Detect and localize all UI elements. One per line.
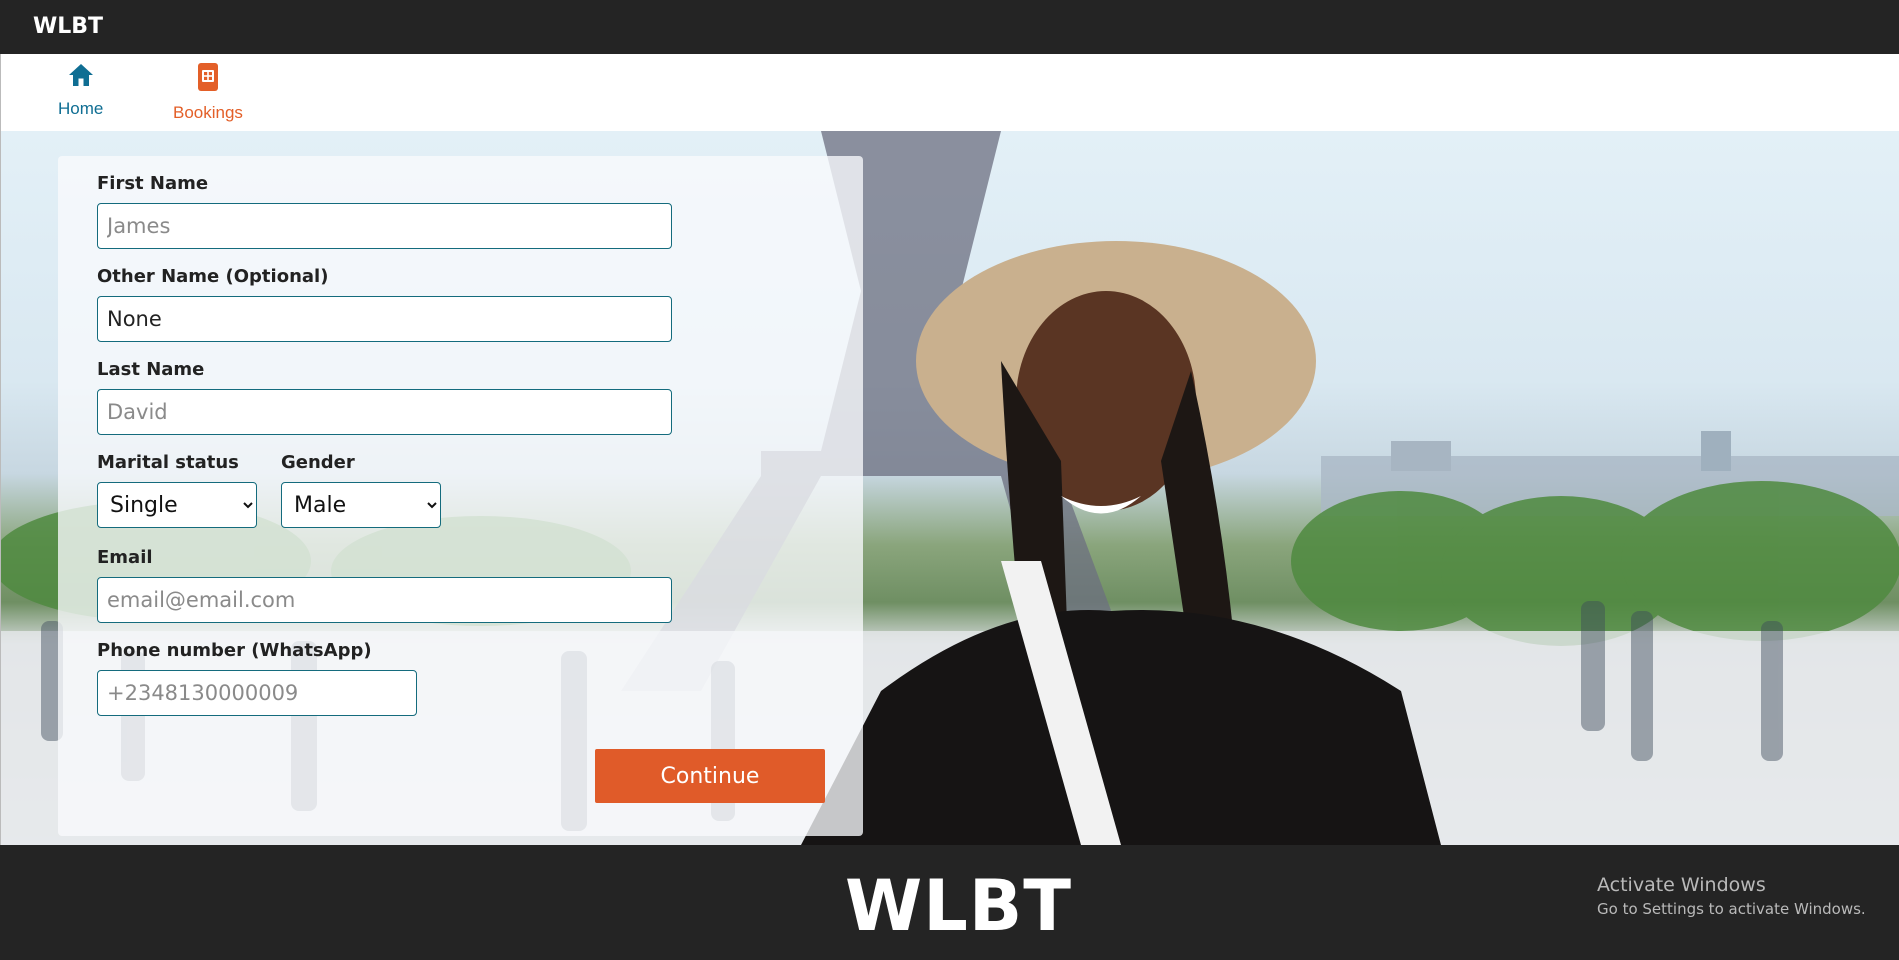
home-icon [67,62,95,93]
email-label: Email [97,547,153,568]
phone-label: Phone number (WhatsApp) [97,640,372,661]
marital-status-label: Marital status [97,452,239,473]
email-input[interactable] [97,577,672,623]
nav-item-bookings[interactable]: Bookings [173,62,243,123]
nav-item-home[interactable]: Home [58,62,103,119]
first-name-label: First Name [97,173,209,194]
bookings-icon [196,62,220,97]
other-name-label: Other Name (Optional) [97,266,329,287]
last-name-label: Last Name [97,359,205,380]
watermark-subtitle: Go to Settings to activate Windows. [1597,900,1866,918]
marital-status-select[interactable]: Single [97,482,257,528]
top-bar: WLBT [0,0,1899,54]
phone-input[interactable] [97,670,417,716]
nav-bar: Home Bookings [0,54,1899,131]
gender-label: Gender [281,452,355,473]
continue-button[interactable]: Continue [595,749,825,803]
app-brand: WLBT [33,14,104,39]
nav-item-bookings-label: Bookings [173,103,243,122]
activate-windows-watermark: Activate Windows Go to Settings to activ… [1597,874,1866,918]
watermark-title: Activate Windows [1597,874,1766,896]
gender-select[interactable]: Male [281,482,441,528]
first-name-input[interactable] [97,203,672,249]
nav-item-home-label: Home [58,99,104,118]
other-name-input[interactable] [97,296,672,342]
last-name-input[interactable] [97,389,672,435]
